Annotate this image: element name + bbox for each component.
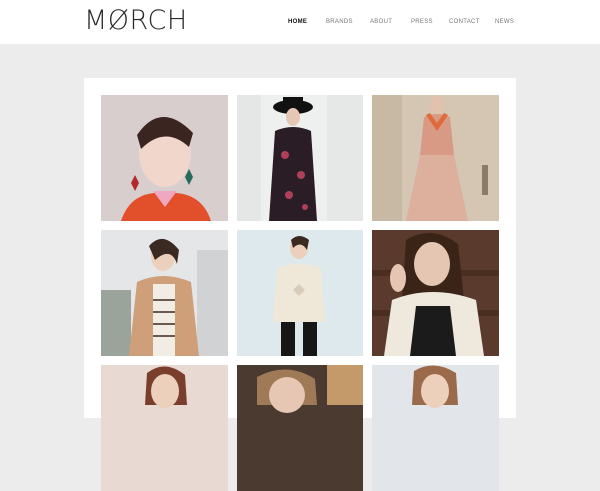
fashion-photo: [372, 230, 499, 356]
nav-item-news[interactable]: NEWS: [495, 16, 514, 28]
fashion-photo: [101, 365, 228, 491]
nav-item-contact[interactable]: CONTACT: [449, 16, 480, 28]
gallery-panel: [84, 78, 516, 491]
gallery-item[interactable]: [101, 365, 228, 491]
gallery-item[interactable]: [237, 95, 363, 221]
gallery-item[interactable]: [237, 365, 363, 491]
nav-item-brands[interactable]: BRANDS: [326, 16, 353, 28]
fashion-photo: [372, 95, 499, 221]
gallery-item[interactable]: [372, 230, 499, 356]
top-bar: MØRCH HOME BRANDS ABOUT PRESS CONTACT NE…: [0, 0, 600, 44]
gallery-item[interactable]: [237, 230, 363, 356]
nav-item-home[interactable]: HOME: [288, 16, 307, 28]
gallery-item[interactable]: [372, 95, 499, 221]
nav-item-about[interactable]: ABOUT: [370, 16, 392, 28]
fashion-photo: [372, 365, 499, 491]
gallery-item[interactable]: [101, 230, 228, 356]
gallery-item[interactable]: [372, 365, 499, 491]
fashion-photo: [237, 230, 363, 356]
fashion-photo: [101, 230, 228, 356]
main-nav: HOME BRANDS ABOUT PRESS CONTACT NEWS: [0, 16, 600, 28]
nav-item-press[interactable]: PRESS: [411, 16, 433, 28]
fashion-photo: [237, 365, 363, 491]
fashion-photo: [101, 95, 228, 221]
gallery-item[interactable]: [101, 95, 228, 221]
fashion-photo: [237, 95, 363, 221]
